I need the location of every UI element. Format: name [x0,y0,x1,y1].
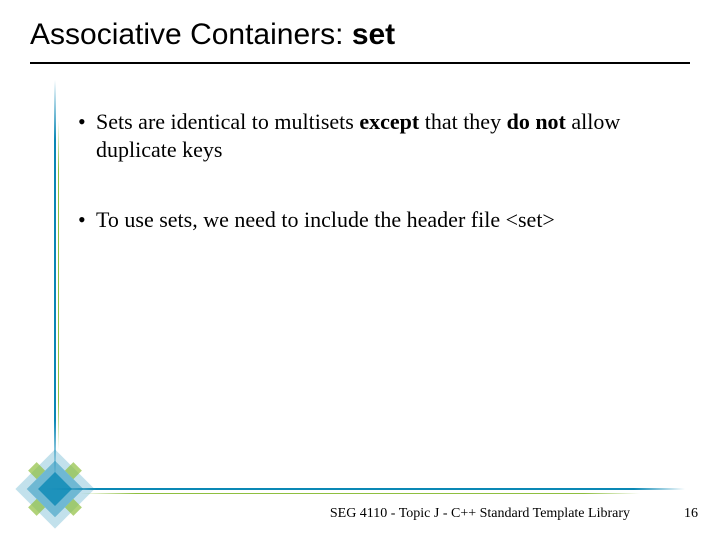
page-number: 16 [684,506,698,522]
footer-text: SEG 4110 - Topic J - C++ Standard Templa… [330,506,630,522]
bullet-text-run: do not [507,109,566,134]
title-bold: set [352,18,395,51]
bullet-item: Sets are identical to multisets except t… [78,108,670,164]
bullet-item: To use sets, we need to include the head… [78,206,670,234]
bullet-text-run: Sets are identical to multisets [96,109,359,134]
vertical-accent-green [58,120,59,450]
title-prefix: Associative Containers: [30,18,352,51]
vertical-accent-teal [54,80,56,480]
bullet-text-run: that they [419,109,506,134]
title-underline [30,62,690,64]
bottom-accent-green [80,493,640,494]
slide-footer: SEG 4110 - Topic J - C++ Standard Templa… [0,498,720,522]
slide-title: Associative Containers: set [30,18,690,52]
bottom-accent-teal [45,488,685,490]
bullet-text-run: To use sets, we need to include the head… [96,207,555,232]
slide: Associative Containers: set Sets are ide… [0,0,720,540]
slide-body: Sets are identical to multisets except t… [78,108,670,276]
bullet-text-run: except [359,109,419,134]
